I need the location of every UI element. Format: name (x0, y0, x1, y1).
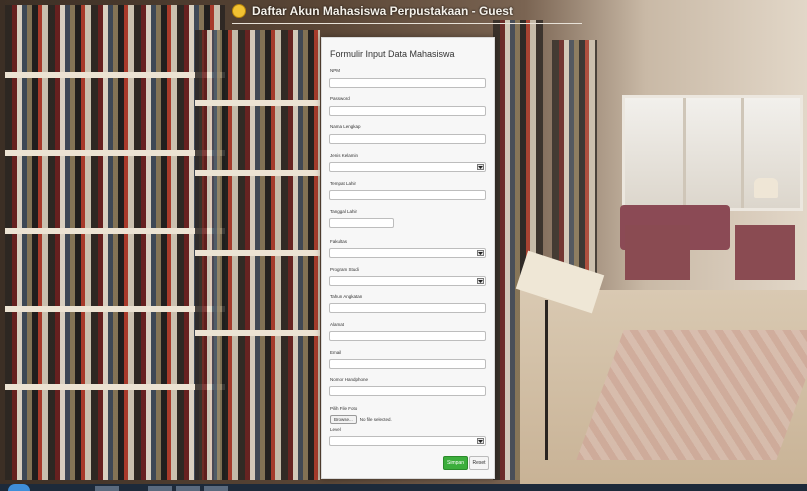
shelf-board (195, 100, 320, 106)
address-label: Alamat (330, 322, 345, 327)
faculty-label: Fakultas (330, 239, 348, 244)
chevron-down-icon[interactable] (477, 278, 484, 284)
class-year-label: Tahun Angkatan (330, 294, 363, 299)
photo-file-input: Browse... No file selected. (330, 415, 392, 424)
full-name-input[interactable] (329, 134, 486, 144)
user-icon (232, 4, 246, 18)
browse-button[interactable]: Browse... (330, 415, 357, 424)
npm-input[interactable] (329, 78, 486, 88)
npm-label: NPM (330, 68, 340, 73)
study-program-label: Program Studi (330, 267, 359, 272)
photo-file-label: Pilih File Foto (330, 406, 358, 411)
student-input-form: Formulir Input Data Mahasiswa NPM Passwo… (321, 37, 495, 479)
email-label: Email (330, 350, 342, 355)
birthdate-input[interactable] (329, 218, 394, 228)
shelf-board (5, 150, 225, 156)
shelf-board (5, 384, 225, 390)
password-label: Password (330, 96, 350, 101)
birthdate-label: Tanggal Lahir (330, 209, 358, 214)
gender-select[interactable] (329, 162, 486, 172)
lamp (754, 178, 778, 198)
file-status: No file selected. (359, 417, 392, 422)
study-program-select[interactable] (329, 276, 486, 286)
page-title: Daftar Akun Mahasiswa Perpustakaan - Gue… (252, 4, 513, 18)
class-year-input[interactable] (329, 303, 486, 313)
chevron-down-icon[interactable] (477, 164, 484, 170)
password-input[interactable] (329, 106, 486, 116)
header-divider (232, 23, 582, 24)
address-input[interactable] (329, 331, 486, 341)
armchair (735, 225, 795, 280)
chevron-down-icon[interactable] (477, 438, 484, 444)
taskbar-app[interactable] (95, 486, 119, 491)
chevron-down-icon[interactable] (477, 250, 484, 256)
level-label: Level (330, 427, 341, 432)
birthplace-label: Tempat Lahir (330, 181, 357, 186)
gender-label: Jenis Kelamin (330, 153, 359, 158)
birthplace-input[interactable] (329, 190, 486, 200)
armchair (625, 225, 690, 280)
phone-label: Nomor Handphone (330, 377, 369, 382)
phone-input[interactable] (329, 386, 486, 396)
taskbar-app[interactable] (176, 486, 200, 491)
shelf-board (5, 306, 225, 312)
email-input[interactable] (329, 359, 486, 369)
reset-button[interactable]: Reset (469, 456, 489, 470)
taskbar-app[interactable] (148, 486, 172, 491)
page-header: Daftar Akun Mahasiswa Perpustakaan - Gue… (232, 0, 513, 22)
level-select[interactable] (329, 436, 486, 446)
shelf-board (195, 250, 320, 256)
shelf-board (195, 170, 320, 176)
form-title: Formulir Input Data Mahasiswa (330, 49, 455, 59)
start-button[interactable] (8, 484, 30, 491)
taskbar (0, 484, 807, 491)
shelf-board (5, 228, 225, 234)
taskbar-app[interactable] (204, 486, 228, 491)
book-stand (545, 300, 548, 460)
save-button[interactable]: Simpan (443, 456, 468, 470)
faculty-select[interactable] (329, 248, 486, 258)
full-name-label: Nama Lengkap (330, 124, 361, 129)
shelf-board (5, 72, 225, 78)
shelf-board (195, 330, 320, 336)
